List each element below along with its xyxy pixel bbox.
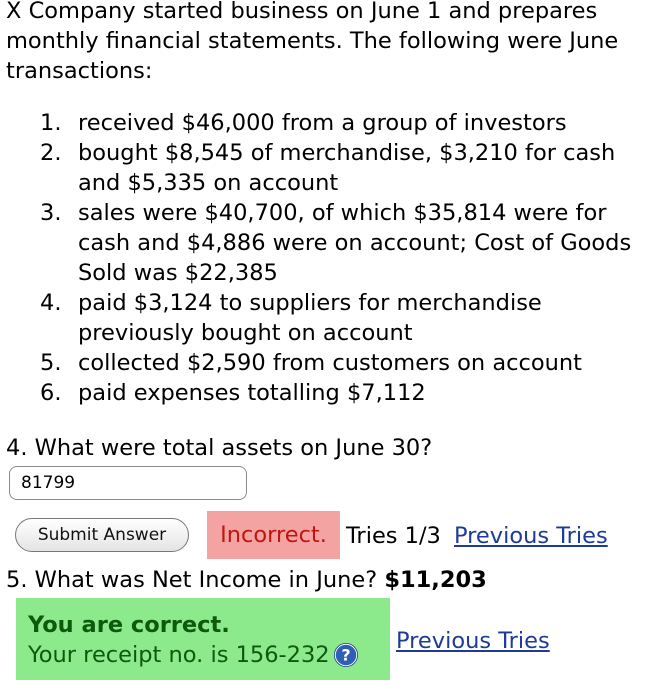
item-number: 4. (40, 290, 62, 316)
question-5-text: 5. What was Net Income in June? (6, 567, 378, 593)
previous-tries-link[interactable]: Previous Tries (396, 626, 550, 656)
item-text: collected $2,590 from customers on accou… (78, 350, 582, 376)
question-5-prompt: 5. What was Net Income in June? $11,203 (6, 565, 487, 595)
item-number: 5. (40, 350, 62, 376)
question-4-prompt: 4. What were total assets on June 30? (6, 435, 433, 461)
item-number: 6. (40, 380, 62, 406)
correct-feedback-box: You are correct. Your receipt no. is 156… (16, 598, 390, 680)
item-text: sales were $40,700, of which $35,814 wer… (78, 200, 632, 286)
item-number: 1. (40, 110, 62, 136)
item-text: paid expenses totalling $7,112 (78, 380, 426, 406)
question-5-answer: $11,203 (384, 567, 487, 593)
list-item: 1. received $46,000 from a group of inve… (0, 108, 664, 138)
receipt-line: Your receipt no. is 156-232? (28, 640, 390, 670)
transaction-list: 1. received $46,000 from a group of inve… (0, 108, 664, 408)
item-text: bought $8,545 of merchandise, $3,210 for… (78, 140, 616, 196)
list-item: 4. paid $3,124 to suppliers for merchand… (0, 288, 664, 348)
list-item: 3. sales were $40,700, of which $35,814 … (0, 198, 664, 288)
item-text: received $46,000 from a group of investo… (78, 110, 567, 136)
correct-title: You are correct. (28, 612, 230, 638)
receipt-text: Your receipt no. is 156-232 (28, 642, 330, 668)
svg-text:?: ? (341, 646, 350, 665)
question-mark-icon[interactable]: ? (333, 642, 358, 668)
previous-tries-link[interactable]: Previous Tries (454, 521, 608, 551)
incorrect-badge: Incorrect. (207, 511, 340, 559)
list-item: 2. bought $8,545 of merchandise, $3,210 … (0, 138, 664, 198)
problem-intro: X Company started business on June 1 and… (6, 0, 619, 84)
submit-answer-button[interactable]: Submit Answer (15, 518, 189, 552)
item-number: 3. (40, 200, 62, 226)
item-number: 2. (40, 140, 62, 166)
tries-counter: Tries 1/3 (346, 523, 441, 549)
item-text: paid $3,124 to suppliers for merchandise… (78, 290, 542, 346)
list-item: 6. paid expenses totalling $7,112 (0, 378, 664, 408)
list-item: 5. collected $2,590 from customers on ac… (0, 348, 664, 378)
answer-input[interactable] (9, 466, 247, 500)
